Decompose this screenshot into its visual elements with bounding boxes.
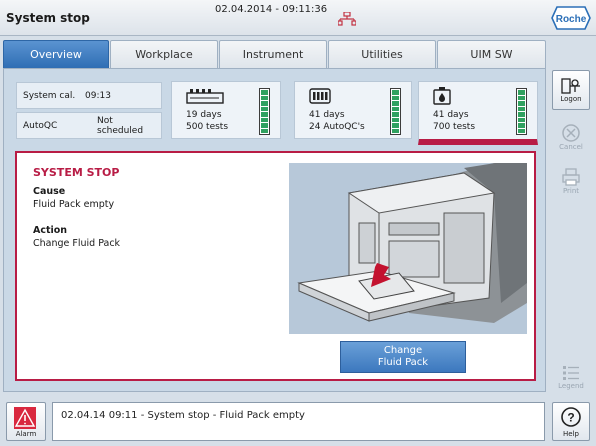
- autoqc-label: AutoQC: [23, 120, 58, 131]
- tab-uim-sw[interactable]: UIM SW: [437, 40, 546, 68]
- qc-cassette-tile[interactable]: 41 days 24 AutoQC's: [294, 81, 412, 139]
- print-button[interactable]: Print: [552, 162, 590, 200]
- roche-logo: Roche: [551, 6, 591, 30]
- autoqc-box: AutoQC Not scheduled: [16, 112, 162, 139]
- system-stop-panel: SYSTEM STOP Cause Fluid Pack empty Actio…: [15, 151, 536, 381]
- cause-label: Cause: [33, 186, 66, 197]
- header-bar: System stop 02.04.2014 - 09:11:36 Roche: [0, 0, 596, 36]
- autoqc-value: Not scheduled: [97, 115, 144, 136]
- alarm-label: Alarm: [15, 430, 37, 438]
- logon-label: Logon: [560, 95, 582, 103]
- sensor-level-gauge: [259, 88, 270, 135]
- fluid-pack-icon: [433, 87, 451, 105]
- fluid-pack-tile[interactable]: 41 days 700 tests: [418, 81, 538, 145]
- change-fluid-pack-line1: Change: [383, 345, 423, 356]
- qc-days: 41 days: [309, 110, 345, 120]
- sensor-tests: 500 tests: [186, 122, 229, 132]
- help-button[interactable]: ? Help: [552, 402, 590, 441]
- system-cal-value: 09:13: [85, 90, 111, 101]
- tab-workplace[interactable]: Workplace: [110, 40, 218, 68]
- tab-bar: Overview Workplace Instrument Utilities …: [3, 40, 546, 68]
- print-icon: [562, 168, 580, 186]
- change-fluid-pack-button[interactable]: Change Fluid Pack: [340, 341, 466, 373]
- page-title: System stop: [6, 11, 90, 25]
- cancel-label: Cancel: [559, 143, 583, 151]
- alarm-button[interactable]: Alarm: [6, 402, 46, 441]
- print-label: Print: [562, 187, 580, 195]
- cancel-icon: [562, 124, 580, 142]
- system-cal-box: System cal. 09:13: [16, 82, 162, 109]
- sensor-days: 19 days: [186, 110, 222, 120]
- qc-count: 24 AutoQC's: [309, 122, 365, 132]
- help-label: Help: [563, 430, 579, 438]
- change-fluid-pack-line2: Fluid Pack: [377, 357, 429, 368]
- instrument-illustration: [289, 163, 527, 334]
- cause-text: Fluid Pack empty: [33, 199, 115, 210]
- logon-button[interactable]: Logon: [552, 70, 590, 110]
- message-bar[interactable]: 02.04.14 09:11 - System stop - Fluid Pac…: [52, 402, 545, 441]
- legend-icon: [563, 366, 579, 380]
- network-icon: [338, 12, 356, 26]
- overview-panel: System cal. 09:13 AutoQC Not scheduled 1…: [3, 68, 546, 392]
- legend-button[interactable]: Legend: [552, 358, 590, 396]
- fluid-pack-days: 41 days: [433, 110, 469, 120]
- qc-cassette-icon: [309, 88, 331, 104]
- datetime-display: 02.04.2014 - 09:11:36: [215, 4, 328, 15]
- svg-text:?: ?: [567, 411, 574, 425]
- action-label: Action: [33, 225, 68, 236]
- tab-overview[interactable]: Overview: [3, 40, 109, 68]
- legend-label: Legend: [558, 382, 584, 390]
- status-message: 02.04.14 09:11 - System stop - Fluid Pac…: [61, 410, 305, 421]
- alarm-icon: [14, 407, 36, 429]
- cancel-button[interactable]: Cancel: [552, 118, 590, 156]
- sensor-cassette-tile[interactable]: 19 days 500 tests: [171, 81, 281, 139]
- tab-instrument[interactable]: Instrument: [219, 40, 327, 68]
- system-cal-label: System cal.: [23, 90, 76, 101]
- svg-text:Roche: Roche: [556, 14, 587, 25]
- fluid-pack-level-gauge: [516, 88, 527, 135]
- action-text: Change Fluid Pack: [33, 238, 121, 249]
- sensor-cassette-icon: [186, 89, 224, 104]
- fluid-pack-tests: 700 tests: [433, 122, 476, 132]
- logon-icon: [561, 78, 580, 94]
- stop-title: SYSTEM STOP: [33, 166, 120, 179]
- tab-utilities[interactable]: Utilities: [328, 40, 436, 68]
- qc-level-gauge: [390, 88, 401, 135]
- help-icon: ?: [561, 407, 581, 427]
